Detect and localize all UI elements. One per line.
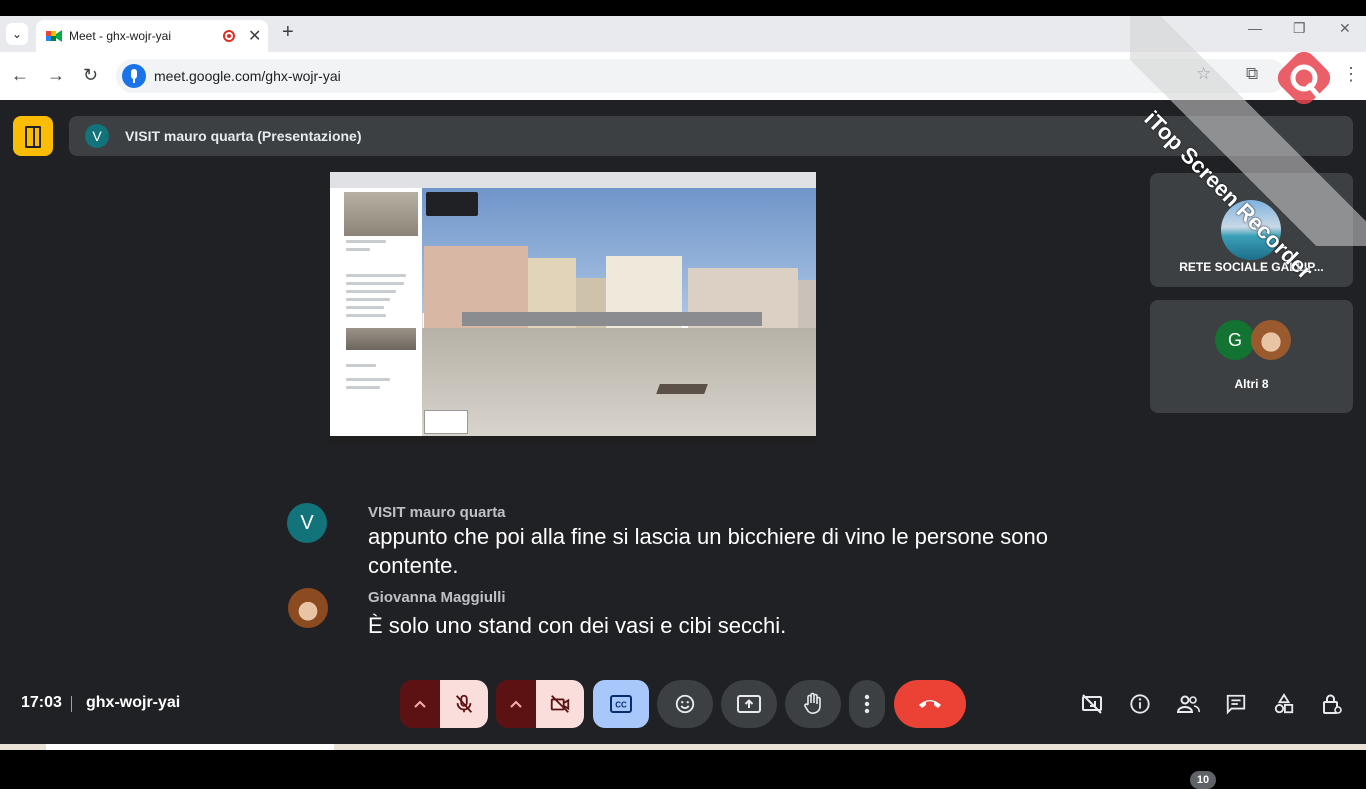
browser-menu-icon[interactable]: ⋮: [1342, 64, 1360, 85]
tab-close-icon[interactable]: ✕: [248, 26, 261, 46]
hang-up-icon: [919, 700, 941, 708]
speaker-avatar: V: [287, 503, 327, 543]
chevron-up-icon: [510, 700, 522, 708]
desktop-taskbar: [0, 744, 1366, 768]
street-view-info-box: [426, 192, 478, 216]
meet-favicon-icon: [46, 30, 62, 42]
others-count-label: Altri 8: [1234, 377, 1269, 391]
participant-name: RETE SOCIALE GALLIP...: [1179, 260, 1324, 274]
raise-hand-button[interactable]: [785, 680, 841, 728]
shared-maps-sidebar: [330, 188, 423, 436]
street-view-image: [422, 188, 816, 436]
chat-icon[interactable]: [1224, 692, 1248, 716]
participants-count-badge: 10: [1190, 771, 1216, 789]
shared-screen: [330, 172, 816, 444]
meeting-time: 17:03: [21, 694, 62, 711]
more-options-button[interactable]: [849, 680, 885, 728]
hide-presentation-icon[interactable]: [1080, 692, 1104, 716]
back-icon[interactable]: ←: [11, 66, 29, 84]
emoji-icon: [675, 694, 695, 714]
url-text[interactable]: meet.google.com/ghx-wojr-yai: [154, 68, 341, 84]
captions-button[interactable]: CC: [593, 680, 649, 728]
participant-avatar: [1251, 320, 1291, 360]
tab-search-button[interactable]: ⌄: [6, 23, 28, 45]
activities-icon[interactable]: [1272, 692, 1296, 716]
presenter-avatar: V: [85, 124, 109, 148]
caption-speaker: VISIT mauro quarta: [368, 504, 506, 521]
place-photo-small: [346, 328, 416, 350]
caption-speaker: Giovanna Maggiulli: [368, 589, 506, 606]
extensions-icon[interactable]: ⧉: [1246, 64, 1258, 84]
meeting-code: ghx-wojr-yai: [86, 694, 181, 711]
mic-off-icon: [455, 694, 473, 713]
camera-toggle-button[interactable]: [536, 680, 584, 728]
omnibox[interactable]: meet.google.com/ghx-wojr-yai: [116, 59, 1286, 93]
minimize-icon[interactable]: —: [1248, 20, 1262, 36]
camera-off-icon: [550, 695, 570, 713]
place-photo: [344, 192, 418, 236]
participant-avatar: G: [1215, 320, 1255, 360]
browser-tab-bar: ⌄ Meet - ghx-wojr-yai ✕: [0, 16, 1366, 52]
reload-icon[interactable]: ↻: [83, 66, 98, 84]
tab-title: Meet - ghx-wojr-yai: [69, 29, 172, 43]
window-close-icon[interactable]: ✕: [1339, 20, 1351, 37]
meeting-info-icon[interactable]: [1128, 692, 1152, 716]
shared-taskbar: [330, 436, 816, 444]
browser-tab[interactable]: Meet - ghx-wojr-yai ✕: [36, 20, 268, 52]
new-tab-button[interactable]: +: [282, 22, 294, 42]
caption-text: appunto che poi alla fine si lascia un b…: [368, 524, 1048, 578]
speaker-avatar: [288, 588, 328, 628]
microphone-control: [400, 680, 488, 728]
audio-settings-button[interactable]: [400, 680, 440, 728]
host-controls-icon[interactable]: [1320, 692, 1344, 716]
hand-icon: [804, 692, 821, 714]
presentation-title: VISIT mauro quarta (Presentazione): [125, 128, 362, 144]
present-icon: [737, 695, 761, 713]
shared-browser-toolbar: [330, 172, 816, 188]
breakout-room-button[interactable]: [13, 116, 53, 156]
reactions-button[interactable]: [657, 680, 713, 728]
bookmark-star-icon[interactable]: ☆: [1196, 64, 1211, 84]
divider: [71, 696, 72, 712]
svg-text:CC: CC: [615, 701, 627, 710]
chevron-up-icon: [414, 700, 426, 708]
present-screen-button[interactable]: [721, 680, 777, 728]
leave-call-button[interactable]: [894, 680, 966, 728]
restore-icon[interactable]: ❐: [1293, 20, 1306, 37]
people-icon[interactable]: [1176, 692, 1200, 716]
top-black-bar: [0, 0, 1366, 16]
video-settings-button[interactable]: [496, 680, 536, 728]
forward-icon[interactable]: →: [47, 66, 65, 84]
others-tile[interactable]: G Altri 8: [1150, 300, 1353, 413]
closed-captions-icon: CC: [610, 695, 632, 713]
recording-indicator-icon: [223, 30, 235, 42]
camera-control: [496, 680, 584, 728]
microphone-toggle-button[interactable]: [440, 680, 488, 728]
caption-text: È solo uno stand con dei vasi e cibi sec…: [368, 613, 787, 638]
door-icon: [25, 126, 41, 148]
address-bar: ← → ↻ meet.google.com/ghx-wojr-yai: [0, 52, 1366, 100]
meet-stage: V VISIT mauro quarta (Presentazione) RET…: [0, 100, 1366, 789]
more-vertical-icon: [864, 694, 870, 714]
recorder-logo-icon: [1277, 51, 1331, 105]
microphone-in-use-icon[interactable]: [122, 64, 146, 88]
